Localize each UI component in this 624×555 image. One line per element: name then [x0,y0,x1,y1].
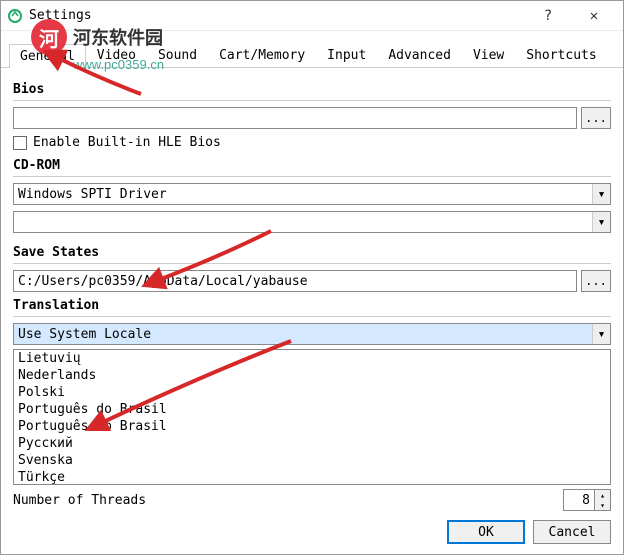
cdrom-driver-value: Windows SPTI Driver [18,187,167,202]
window-controls: ? ✕ [525,1,617,31]
translation-selected-value: Use System Locale [18,327,151,342]
save-states-browse-button[interactable]: ... [581,270,611,292]
list-item[interactable]: Русский [14,435,610,452]
tab-sound[interactable]: Sound [147,43,208,67]
hle-bios-checkbox[interactable] [13,136,27,150]
tab-shortcuts[interactable]: Shortcuts [515,43,607,67]
translation-listbox[interactable]: Lietuvių Nederlands Polski Português do … [13,349,611,485]
threads-input[interactable] [564,490,594,510]
tab-bar: General Video Sound Cart/Memory Input Ad… [1,43,623,68]
bios-browse-button[interactable]: ... [581,107,611,129]
settings-window: Settings ? ✕ 河 河东软件园 www.pc0359.cn Gener… [0,0,624,555]
dropdown-arrow-icon: ▾ [592,184,610,204]
bios-label: Bios [13,82,611,97]
cdrom-driver-dropdown[interactable]: Windows SPTI Driver ▾ [13,183,611,205]
save-states-path-input[interactable] [13,270,577,292]
app-icon [7,8,23,24]
close-button[interactable]: ✕ [571,1,617,31]
bios-path-input[interactable] [13,107,577,129]
dropdown-arrow-icon: ▾ [592,324,610,344]
cancel-button[interactable]: Cancel [533,520,611,544]
spinner-down-icon[interactable]: ▾ [594,500,610,510]
window-title: Settings [29,8,525,23]
content-panel: Bios ... Enable Built-in HLE Bios CD-ROM… [1,68,623,519]
dropdown-arrow-icon: ▾ [592,212,610,232]
translation-dropdown[interactable]: Use System Locale ▾ [13,323,611,345]
ok-button[interactable]: OK [447,520,525,544]
tab-advanced[interactable]: Advanced [377,43,462,67]
dialog-buttons: OK Cancel [447,520,611,544]
list-item[interactable]: Polski [14,384,610,401]
cdrom-device-dropdown[interactable]: ▾ [13,211,611,233]
help-button[interactable]: ? [525,1,571,31]
list-item[interactable]: Lietuvių [14,350,610,367]
tab-cart-memory[interactable]: Cart/Memory [208,43,316,67]
spinner-up-icon[interactable]: ▴ [594,490,610,500]
list-item[interactable]: Português do Brasil [14,401,610,418]
tab-general[interactable]: General [9,44,86,68]
save-states-label: Save States [13,245,611,260]
tab-view[interactable]: View [462,43,515,67]
threads-label: Number of Threads [13,493,555,508]
list-item[interactable]: Nederlands [14,367,610,384]
list-item[interactable]: Svenska [14,452,610,469]
translation-label: Translation [13,298,611,313]
tab-video[interactable]: Video [86,43,147,67]
tab-input[interactable]: Input [316,43,377,67]
list-item[interactable]: Português do Brasil [14,418,610,435]
titlebar: Settings ? ✕ [1,1,623,31]
cdrom-label: CD-ROM [13,158,611,173]
threads-spinner[interactable]: ▴ ▾ [563,489,611,511]
hle-bios-label: Enable Built-in HLE Bios [33,135,221,150]
list-item[interactable]: Türkçe [14,469,610,485]
